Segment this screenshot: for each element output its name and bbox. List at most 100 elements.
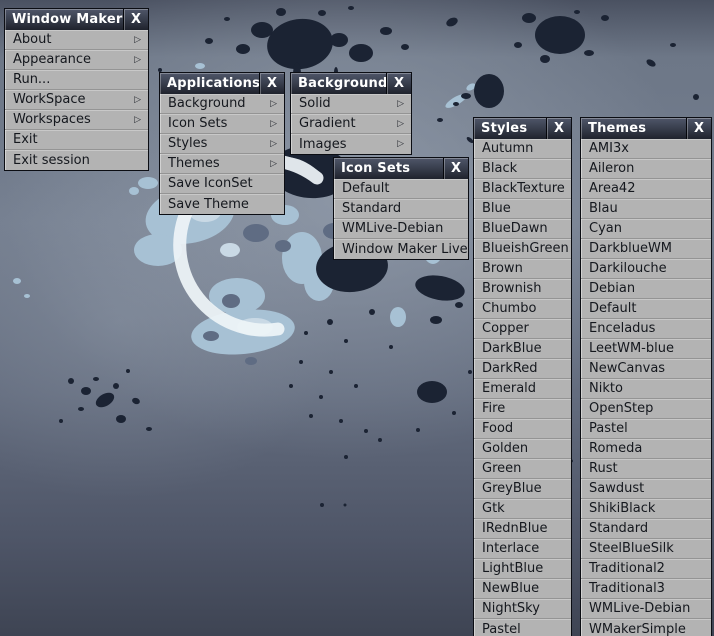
menu-item-nightsky[interactable]: NightSky (474, 599, 571, 619)
menu-item-food[interactable]: Food (474, 419, 571, 439)
menu-item-emerald[interactable]: Emerald (474, 379, 571, 399)
menu-item-openstep[interactable]: OpenStep (581, 399, 711, 419)
menu-item-area42[interactable]: Area42 (581, 179, 711, 199)
menu-item-autumn[interactable]: Autumn (474, 139, 571, 159)
menu-item-darkred[interactable]: DarkRed (474, 359, 571, 379)
menu-item-label: Traditional3 (589, 581, 665, 596)
menu-body: Solid▷Gradient▷Images▷ (291, 94, 411, 154)
menu-item-interlace[interactable]: Interlace (474, 539, 571, 559)
menu-item-background[interactable]: Background▷ (160, 94, 284, 114)
menu-item-newblue[interactable]: NewBlue (474, 579, 571, 599)
menu-titlebar[interactable]: ApplicationsX (160, 73, 284, 94)
menu-item-darkilouche[interactable]: Darkilouche (581, 259, 711, 279)
menu-item-icon-sets[interactable]: Icon Sets▷ (160, 114, 284, 134)
menu-item-save-theme[interactable]: Save Theme (160, 194, 284, 214)
menu-item-chumbo[interactable]: Chumbo (474, 299, 571, 319)
menu-item-nikto[interactable]: Nikto (581, 379, 711, 399)
menu-item-save-iconset[interactable]: Save IconSet (160, 174, 284, 194)
menu-item-brownish[interactable]: Brownish (474, 279, 571, 299)
close-button[interactable]: X (444, 158, 468, 179)
menu-item-shikiblack[interactable]: ShikiBlack (581, 499, 711, 519)
menu-item-appearance[interactable]: Appearance▷ (5, 50, 148, 70)
menu-titlebar[interactable]: Icon SetsX (334, 158, 468, 179)
menu-item-workspace[interactable]: WorkSpace▷ (5, 90, 148, 110)
menu-item-standard[interactable]: Standard (334, 199, 468, 219)
menu-item-default[interactable]: Default (334, 179, 468, 199)
menu-item-newcanvas[interactable]: NewCanvas (581, 359, 711, 379)
menu-item-black[interactable]: Black (474, 159, 571, 179)
menu-item-greyblue[interactable]: GreyBlue (474, 479, 571, 499)
menu-item-label: Styles (168, 136, 207, 151)
menu-item-debian[interactable]: Debian (581, 279, 711, 299)
menu-item-green[interactable]: Green (474, 459, 571, 479)
menu-item-romeda[interactable]: Romeda (581, 439, 711, 459)
menu-item-blau[interactable]: Blau (581, 199, 711, 219)
menu-item-enceladus[interactable]: Enceladus (581, 319, 711, 339)
menu-title: Background (291, 73, 387, 94)
menu-item-gradient[interactable]: Gradient▷ (291, 114, 411, 134)
menu-item-label: BlueishGreen (482, 241, 569, 256)
menu-item-blacktexture[interactable]: BlackTexture (474, 179, 571, 199)
menu-item-label: Debian (589, 281, 635, 296)
menu-item-darkbluewm[interactable]: DarkblueWM (581, 239, 711, 259)
menu-item-label: Background (168, 96, 246, 111)
menu-item-exit-session[interactable]: Exit session (5, 150, 148, 170)
menu-item-brown[interactable]: Brown (474, 259, 571, 279)
menu-titlebar[interactable]: StylesX (474, 118, 571, 139)
menu-item-label: NewCanvas (589, 361, 665, 376)
menu-item-label: Darkilouche (589, 261, 667, 276)
menu-item-bluedawn[interactable]: BlueDawn (474, 219, 571, 239)
menu-item-images[interactable]: Images▷ (291, 134, 411, 154)
submenu-arrow-icon: ▷ (124, 95, 141, 105)
menu-item-steelbluesilk[interactable]: SteelBlueSilk (581, 539, 711, 559)
menu-item-leetwm-blue[interactable]: LeetWM-blue (581, 339, 711, 359)
menu-item-cyan[interactable]: Cyan (581, 219, 711, 239)
menu-item-label: Gradient (299, 116, 356, 131)
menu-item-exit[interactable]: Exit (5, 130, 148, 150)
menu-item-label: Emerald (482, 381, 536, 396)
close-button[interactable]: X (687, 118, 711, 139)
menu-item-traditional3[interactable]: Traditional3 (581, 579, 711, 599)
menu-titlebar[interactable]: BackgroundX (291, 73, 411, 94)
menu-item-standard[interactable]: Standard (581, 519, 711, 539)
menu-item-traditional2[interactable]: Traditional2 (581, 559, 711, 579)
menu-item-pastel[interactable]: Pastel (581, 419, 711, 439)
menu-titlebar[interactable]: Window MakerX (5, 9, 148, 30)
menu-item-about[interactable]: About▷ (5, 30, 148, 50)
menu-item-fire[interactable]: Fire (474, 399, 571, 419)
close-button[interactable]: X (547, 118, 571, 139)
menu-item-aileron[interactable]: Aileron (581, 159, 711, 179)
menu-item-solid[interactable]: Solid▷ (291, 94, 411, 114)
close-button[interactable]: X (260, 73, 284, 94)
menu-titlebar[interactable]: ThemesX (581, 118, 711, 139)
menu-item-golden[interactable]: Golden (474, 439, 571, 459)
menu-item-label: DarkblueWM (589, 241, 672, 256)
menu-item-wmakersimple[interactable]: WMakerSimple (581, 619, 711, 636)
menu-item-themes[interactable]: Themes▷ (160, 154, 284, 174)
menu-item-styles[interactable]: Styles▷ (160, 134, 284, 154)
close-button[interactable]: X (124, 9, 148, 30)
menu-item-window-maker-live[interactable]: Window Maker Live (334, 239, 468, 259)
menu-item-lightblue[interactable]: LightBlue (474, 559, 571, 579)
menu-item-workspaces[interactable]: Workspaces▷ (5, 110, 148, 130)
menu-item-default[interactable]: Default (581, 299, 711, 319)
menu-item-blueishgreen[interactable]: BlueishGreen (474, 239, 571, 259)
menu-title: Icon Sets (334, 158, 444, 179)
menu-item-wmlive-debian[interactable]: WMLive-Debian (334, 219, 468, 239)
menu-item-irednblue[interactable]: IRednBlue (474, 519, 571, 539)
menu-item-gtk[interactable]: Gtk (474, 499, 571, 519)
close-icon: X (694, 122, 704, 135)
menu-item-run[interactable]: Run... (5, 70, 148, 90)
menu-item-pastel[interactable]: Pastel (474, 619, 571, 636)
menu-item-darkblue[interactable]: DarkBlue (474, 339, 571, 359)
menu-item-copper[interactable]: Copper (474, 319, 571, 339)
menu-item-label: OpenStep (589, 401, 653, 416)
menu-item-label: DarkBlue (482, 341, 542, 356)
menu-item-ami3x[interactable]: AMI3x (581, 139, 711, 159)
menu-item-sawdust[interactable]: Sawdust (581, 479, 711, 499)
desktop[interactable]: Window MakerXAbout▷Appearance▷Run...Work… (0, 0, 714, 636)
close-button[interactable]: X (387, 73, 411, 94)
menu-item-wmlive-debian[interactable]: WMLive-Debian (581, 599, 711, 619)
menu-item-blue[interactable]: Blue (474, 199, 571, 219)
menu-item-rust[interactable]: Rust (581, 459, 711, 479)
